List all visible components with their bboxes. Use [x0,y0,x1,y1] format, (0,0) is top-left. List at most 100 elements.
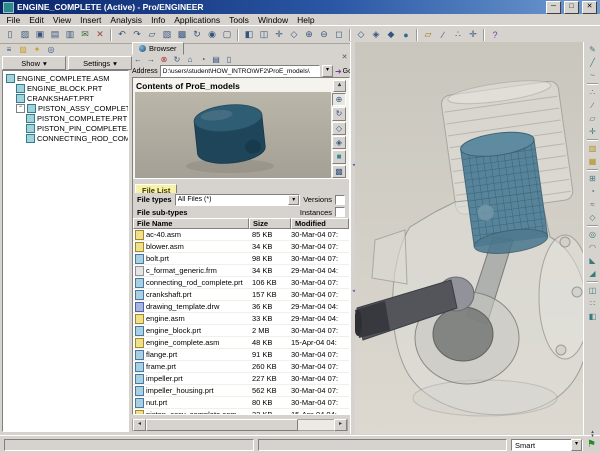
page-setup-icon[interactable]: ▯ [223,53,235,65]
tree-item[interactable]: CONNECTING_ROD_COMPLETE.PRT [3,133,128,143]
open-file-icon[interactable]: ▨ [18,28,32,42]
menu-tools[interactable]: Tools [225,15,254,25]
undo-icon[interactable]: ↶ [115,28,129,42]
datum-point-tool-icon[interactable]: ∴ [586,86,599,99]
zoom-out-icon[interactable]: ⊖ [317,28,331,42]
viewport-scroll-arrows[interactable]: ▴▾ [588,430,597,438]
file-row[interactable]: impeller.prt227 KB30-Mar-04 07: [133,373,349,385]
tree-item[interactable]: ENGINE_BLOCK.PRT [3,83,128,93]
blend-tool-icon[interactable]: ◇ [586,211,599,224]
versions-checkbox[interactable] [335,195,345,205]
datum-points-icon[interactable]: ∴ [451,28,465,42]
browser-hscrollbar[interactable]: ◂ ▸ [132,419,348,431]
erase-display-icon[interactable]: ✕ [93,28,107,42]
datum-plane-tool-icon[interactable]: ▱ [586,112,599,125]
hidden-line-icon[interactable]: ◈ [369,28,383,42]
preview-spin-icon[interactable]: ↻ [332,107,346,120]
tree-item[interactable]: CRANKSHAFT.PRT [3,93,128,103]
forward-icon[interactable]: → [145,53,157,65]
new-file-icon[interactable]: ▯ [3,28,17,42]
menu-analysis[interactable]: Analysis [106,15,147,25]
menu-window[interactable]: Window [253,15,292,25]
history-icon[interactable]: ◔ [197,53,209,65]
file-row[interactable]: impeller_housing.prt562 KB30-Mar-04 07: [133,385,349,397]
file-row[interactable]: c_format_generic.frm34 KB29-Mar-04 04: [133,265,349,277]
maximize-icon[interactable]: □ [564,1,579,14]
file-types-select[interactable]: All Files (*) ▾ [175,194,301,206]
file-row[interactable]: drawing_template.drw36 KB29-Mar-04 04: [133,301,349,313]
menu-info[interactable]: Info [147,15,170,25]
favorites-icon[interactable]: ✦ [31,43,43,55]
tree-item[interactable]: PISTON_PIN_COMPLETE.PRT [3,123,128,133]
file-row[interactable]: engine_complete.asm48 KB15-Apr-04 04: [133,337,349,349]
line-tool-icon[interactable]: ╱ [586,56,599,69]
view-manager-icon[interactable]: ◫ [257,28,271,42]
menu-applications[interactable]: Applications [170,15,225,25]
preview-zoom-icon[interactable]: ⊕ [332,93,346,106]
file-row[interactable]: engine.asm33 KB29-Mar-04 04: [133,313,349,325]
no-hidden-icon[interactable]: ◆ [384,28,398,42]
scroll-left-icon[interactable]: ◂ [133,419,146,431]
collapse-icon[interactable]: − [16,104,25,113]
mirror-tool-icon[interactable]: ◫ [586,284,599,297]
paste-icon[interactable]: ▧ [160,28,174,42]
file-row[interactable]: piston_assy_complete.asm32 KB15-Apr-04 0… [133,409,349,414]
preview-shaded-icon[interactable]: ■ [332,150,346,163]
preview-options-icon[interactable]: ▩ [332,165,346,178]
help-icon[interactable]: ? [488,28,502,42]
spin-center-icon[interactable]: ✛ [272,28,286,42]
preview-hidden-line-icon[interactable]: ◈ [332,136,346,149]
copy-geom-icon[interactable]: ▥ [586,142,599,155]
file-row[interactable]: frame.prt260 KB30-Mar-04 07: [133,361,349,373]
back-icon[interactable]: ← [132,53,144,65]
model-tree-toggle-icon[interactable]: ≡ [3,43,15,55]
wireframe-icon[interactable]: ◇ [354,28,368,42]
datum-axes-icon[interactable]: ∕ [436,28,450,42]
paste-special-icon[interactable]: ▩ [175,28,189,42]
publish-geom-icon[interactable]: ▦ [586,155,599,168]
menu-view[interactable]: View [48,15,75,25]
menu-edit[interactable]: Edit [25,15,49,25]
coord-sys-tool-icon[interactable]: ✛ [586,125,599,138]
chamfer-tool-icon[interactable]: ◣ [586,254,599,267]
find-icon[interactable]: ◉ [205,28,219,42]
file-row[interactable]: nut.prt80 KB30-Mar-04 07: [133,397,349,409]
regenerate-icon[interactable]: ↻ [190,28,204,42]
scroll-up-icon[interactable]: ▴ [333,80,346,92]
hscroll-thumb[interactable] [146,419,298,431]
shaded-icon[interactable]: ● [399,28,413,42]
settings-button[interactable]: Settings ▾ [68,56,132,70]
redo-icon[interactable]: ↷ [130,28,144,42]
select-box-icon[interactable]: ▢ [220,28,234,42]
selection-filter-select[interactable]: Smart ▾ [511,439,583,451]
menu-insert[interactable]: Insert [76,15,106,25]
extrude-tool-icon[interactable]: ⊞ [586,172,599,185]
print-icon[interactable]: ▤ [210,53,222,65]
save-icon[interactable]: ▣ [33,28,47,42]
orient-mode-icon[interactable]: ◇ [287,28,301,42]
hole-tool-icon[interactable]: ◎ [586,228,599,241]
pattern-tool-icon[interactable]: ∷ [586,297,599,310]
sketch-tool-icon[interactable]: ✎ [586,43,599,56]
print-icon[interactable]: ▤ [48,28,62,42]
draft-tool-icon[interactable]: ◢ [586,267,599,280]
tree-item[interactable]: ENGINE_COMPLETE.ASM [3,73,128,83]
file-row[interactable]: engine_block.prt2 MB30-Mar-04 07: [133,325,349,337]
instances-checkbox[interactable] [335,207,345,217]
file-row[interactable]: connecting_rod_complete.prt106 KB30-Mar-… [133,277,349,289]
column-header-size[interactable]: Size [249,218,291,229]
sweep-tool-icon[interactable]: ≈ [586,198,599,211]
scroll-right-icon[interactable]: ▸ [334,419,347,431]
column-header-modified[interactable]: Modified [291,218,349,229]
folder-browser-icon[interactable]: ▨ [17,43,29,55]
preview-wireframe-icon[interactable]: ◇ [332,122,346,135]
refresh-icon[interactable]: ↻ [171,53,183,65]
round-tool-icon[interactable]: ◠ [586,241,599,254]
home-icon[interactable]: ⌂ [184,53,196,65]
zoom-in-icon[interactable]: ⊕ [302,28,316,42]
message-flag-icon[interactable]: ⚑ [587,440,596,450]
show-button[interactable]: Show ▾ [2,56,66,70]
minimize-icon[interactable]: ─ [546,1,561,14]
print-multiple-icon[interactable]: ▥ [63,28,77,42]
file-row[interactable]: ac-40.asm85 KB30-Mar-04 07: [133,229,349,241]
